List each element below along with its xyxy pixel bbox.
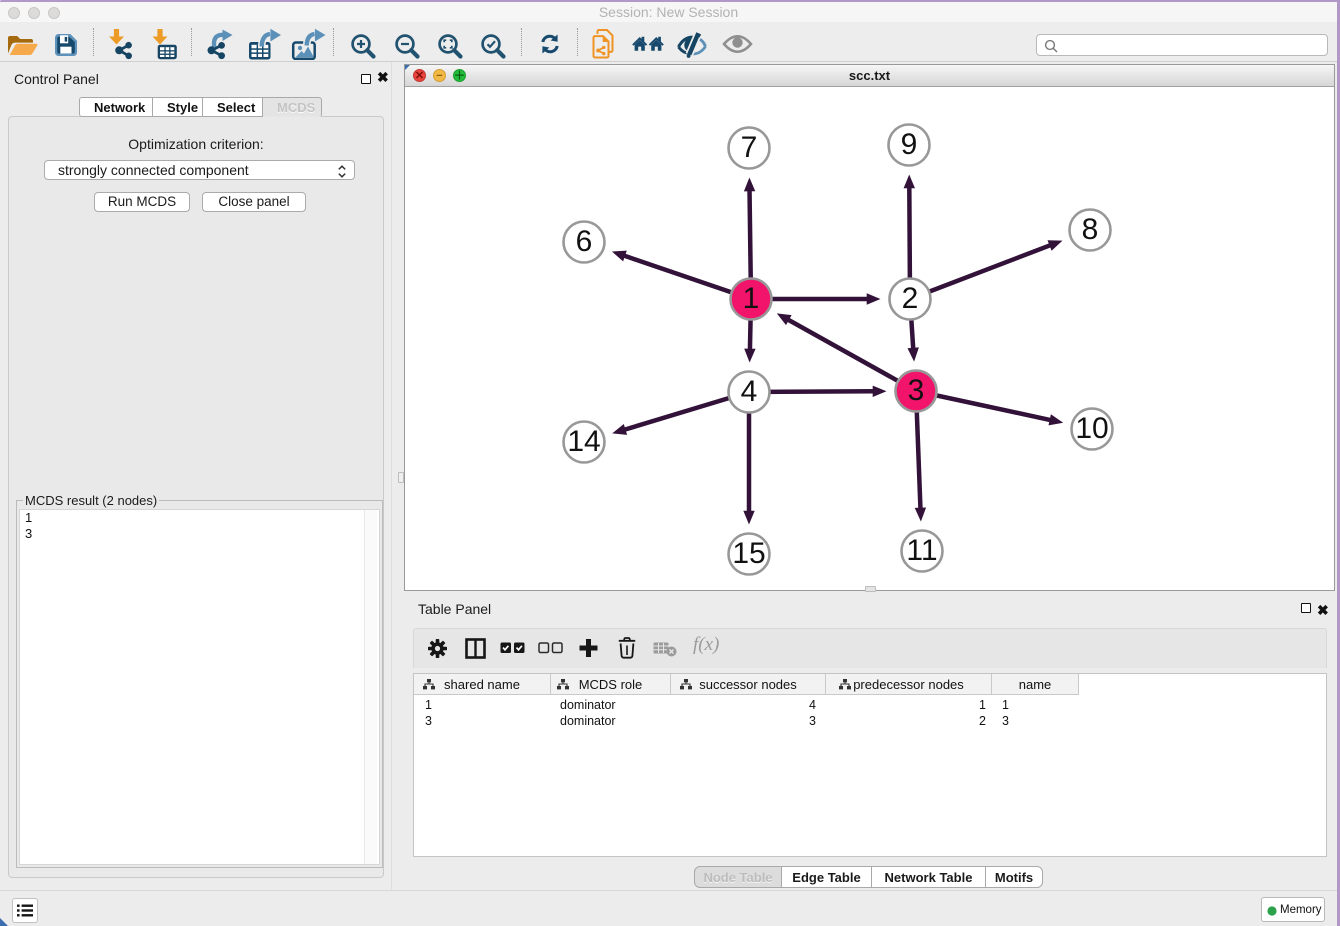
- svg-text:2: 2: [902, 282, 919, 315]
- svg-text:11: 11: [906, 534, 937, 567]
- svg-text:8: 8: [1082, 213, 1099, 246]
- svg-text:7: 7: [741, 131, 758, 164]
- svg-text:3: 3: [908, 374, 925, 407]
- svg-text:15: 15: [732, 537, 765, 570]
- svg-text:1: 1: [743, 282, 760, 315]
- svg-text:10: 10: [1075, 412, 1108, 445]
- svg-text:9: 9: [901, 128, 918, 161]
- svg-text:6: 6: [576, 225, 593, 258]
- svg-text:4: 4: [741, 375, 758, 408]
- svg-text:14: 14: [567, 425, 600, 458]
